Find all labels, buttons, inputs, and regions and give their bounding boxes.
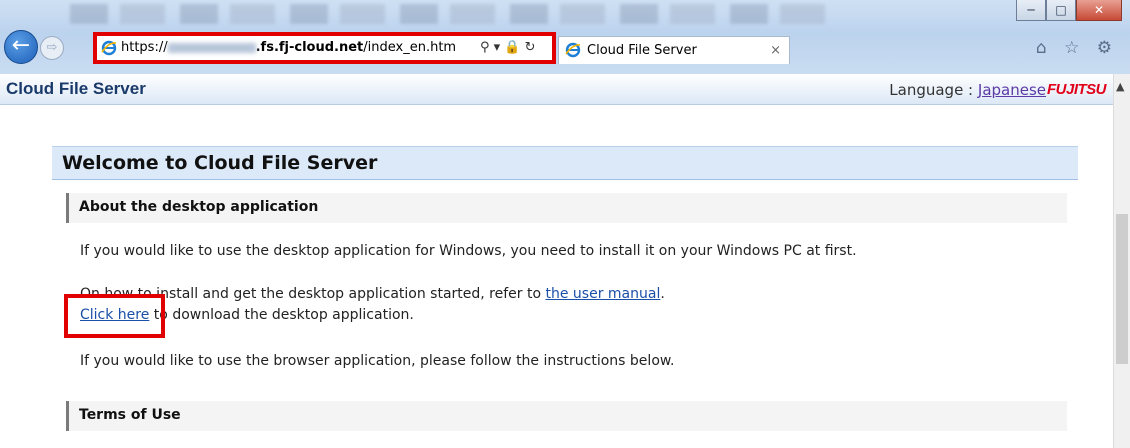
- window-title-bar: [70, 4, 830, 24]
- url-text: https://.fs.fj-cloud.net/index_en.htm: [121, 40, 457, 55]
- howto-text: On how to install and get the desktop ap…: [80, 286, 546, 302]
- vertical-scrollbar[interactable]: ▲: [1113, 74, 1130, 448]
- language-label: Language :: [889, 81, 978, 99]
- maximize-button[interactable]: □: [1046, 0, 1076, 21]
- browser-chrome: ─ □ ✕ ← ⇨ https://.fs.fj-cloud.net/index…: [0, 0, 1130, 74]
- section-desktop-app: About the desktop application: [66, 193, 1067, 223]
- download-paragraph: Click here to download the desktop appli…: [80, 307, 414, 323]
- section-terms-title: Terms of Use: [79, 407, 181, 423]
- ie-icon: [101, 40, 117, 60]
- tab-title: Cloud File Server: [587, 43, 697, 58]
- site-title: Cloud File Server: [6, 79, 146, 98]
- site-header: Cloud File Server Language : Japanese FU…: [0, 74, 1114, 105]
- redacted-host: [167, 42, 256, 53]
- scroll-thumb[interactable]: [1116, 214, 1128, 364]
- welcome-title: Welcome to Cloud File Server: [62, 152, 378, 174]
- tab-close-icon[interactable]: ×: [770, 43, 781, 58]
- browser-tab[interactable]: Cloud File Server ×: [558, 36, 790, 64]
- back-button[interactable]: ←: [4, 30, 38, 64]
- howto-suffix: .: [660, 286, 665, 302]
- scroll-up-icon[interactable]: ▲: [1116, 80, 1124, 93]
- welcome-banner: Welcome to Cloud File Server: [52, 146, 1078, 180]
- toolbar-icons[interactable]: ⌂ ☆ ⚙: [1036, 38, 1118, 58]
- address-bar[interactable]: https://.fs.fj-cloud.net/index_en.htm ⚲ …: [94, 34, 554, 62]
- tab-ie-icon: [565, 42, 581, 62]
- howto-paragraph: On how to install and get the desktop ap…: [80, 286, 665, 302]
- page-content: Welcome to Cloud File Server About the d…: [0, 105, 1114, 448]
- install-paragraph: If you would like to use the desktop app…: [80, 243, 857, 259]
- minimize-button[interactable]: ─: [1016, 0, 1046, 21]
- browser-app-paragraph: If you would like to use the browser app…: [80, 353, 675, 369]
- close-window-button[interactable]: ✕: [1076, 0, 1122, 21]
- user-manual-link[interactable]: the user manual: [546, 286, 661, 302]
- language-switch: Language : Japanese: [889, 81, 1046, 99]
- section-desktop-app-title: About the desktop application: [79, 199, 319, 215]
- section-terms: Terms of Use: [66, 401, 1067, 431]
- download-text: to download the desktop application.: [149, 307, 414, 323]
- fujitsu-logo: FUJITSU: [1046, 81, 1107, 98]
- address-bar-icons[interactable]: ⚲ ▾ 🔒 ↻: [480, 40, 536, 55]
- japanese-link[interactable]: Japanese: [978, 81, 1046, 99]
- forward-button[interactable]: ⇨: [40, 36, 64, 60]
- window-controls: ─ □ ✕: [1016, 0, 1122, 21]
- click-here-link[interactable]: Click here: [80, 307, 149, 323]
